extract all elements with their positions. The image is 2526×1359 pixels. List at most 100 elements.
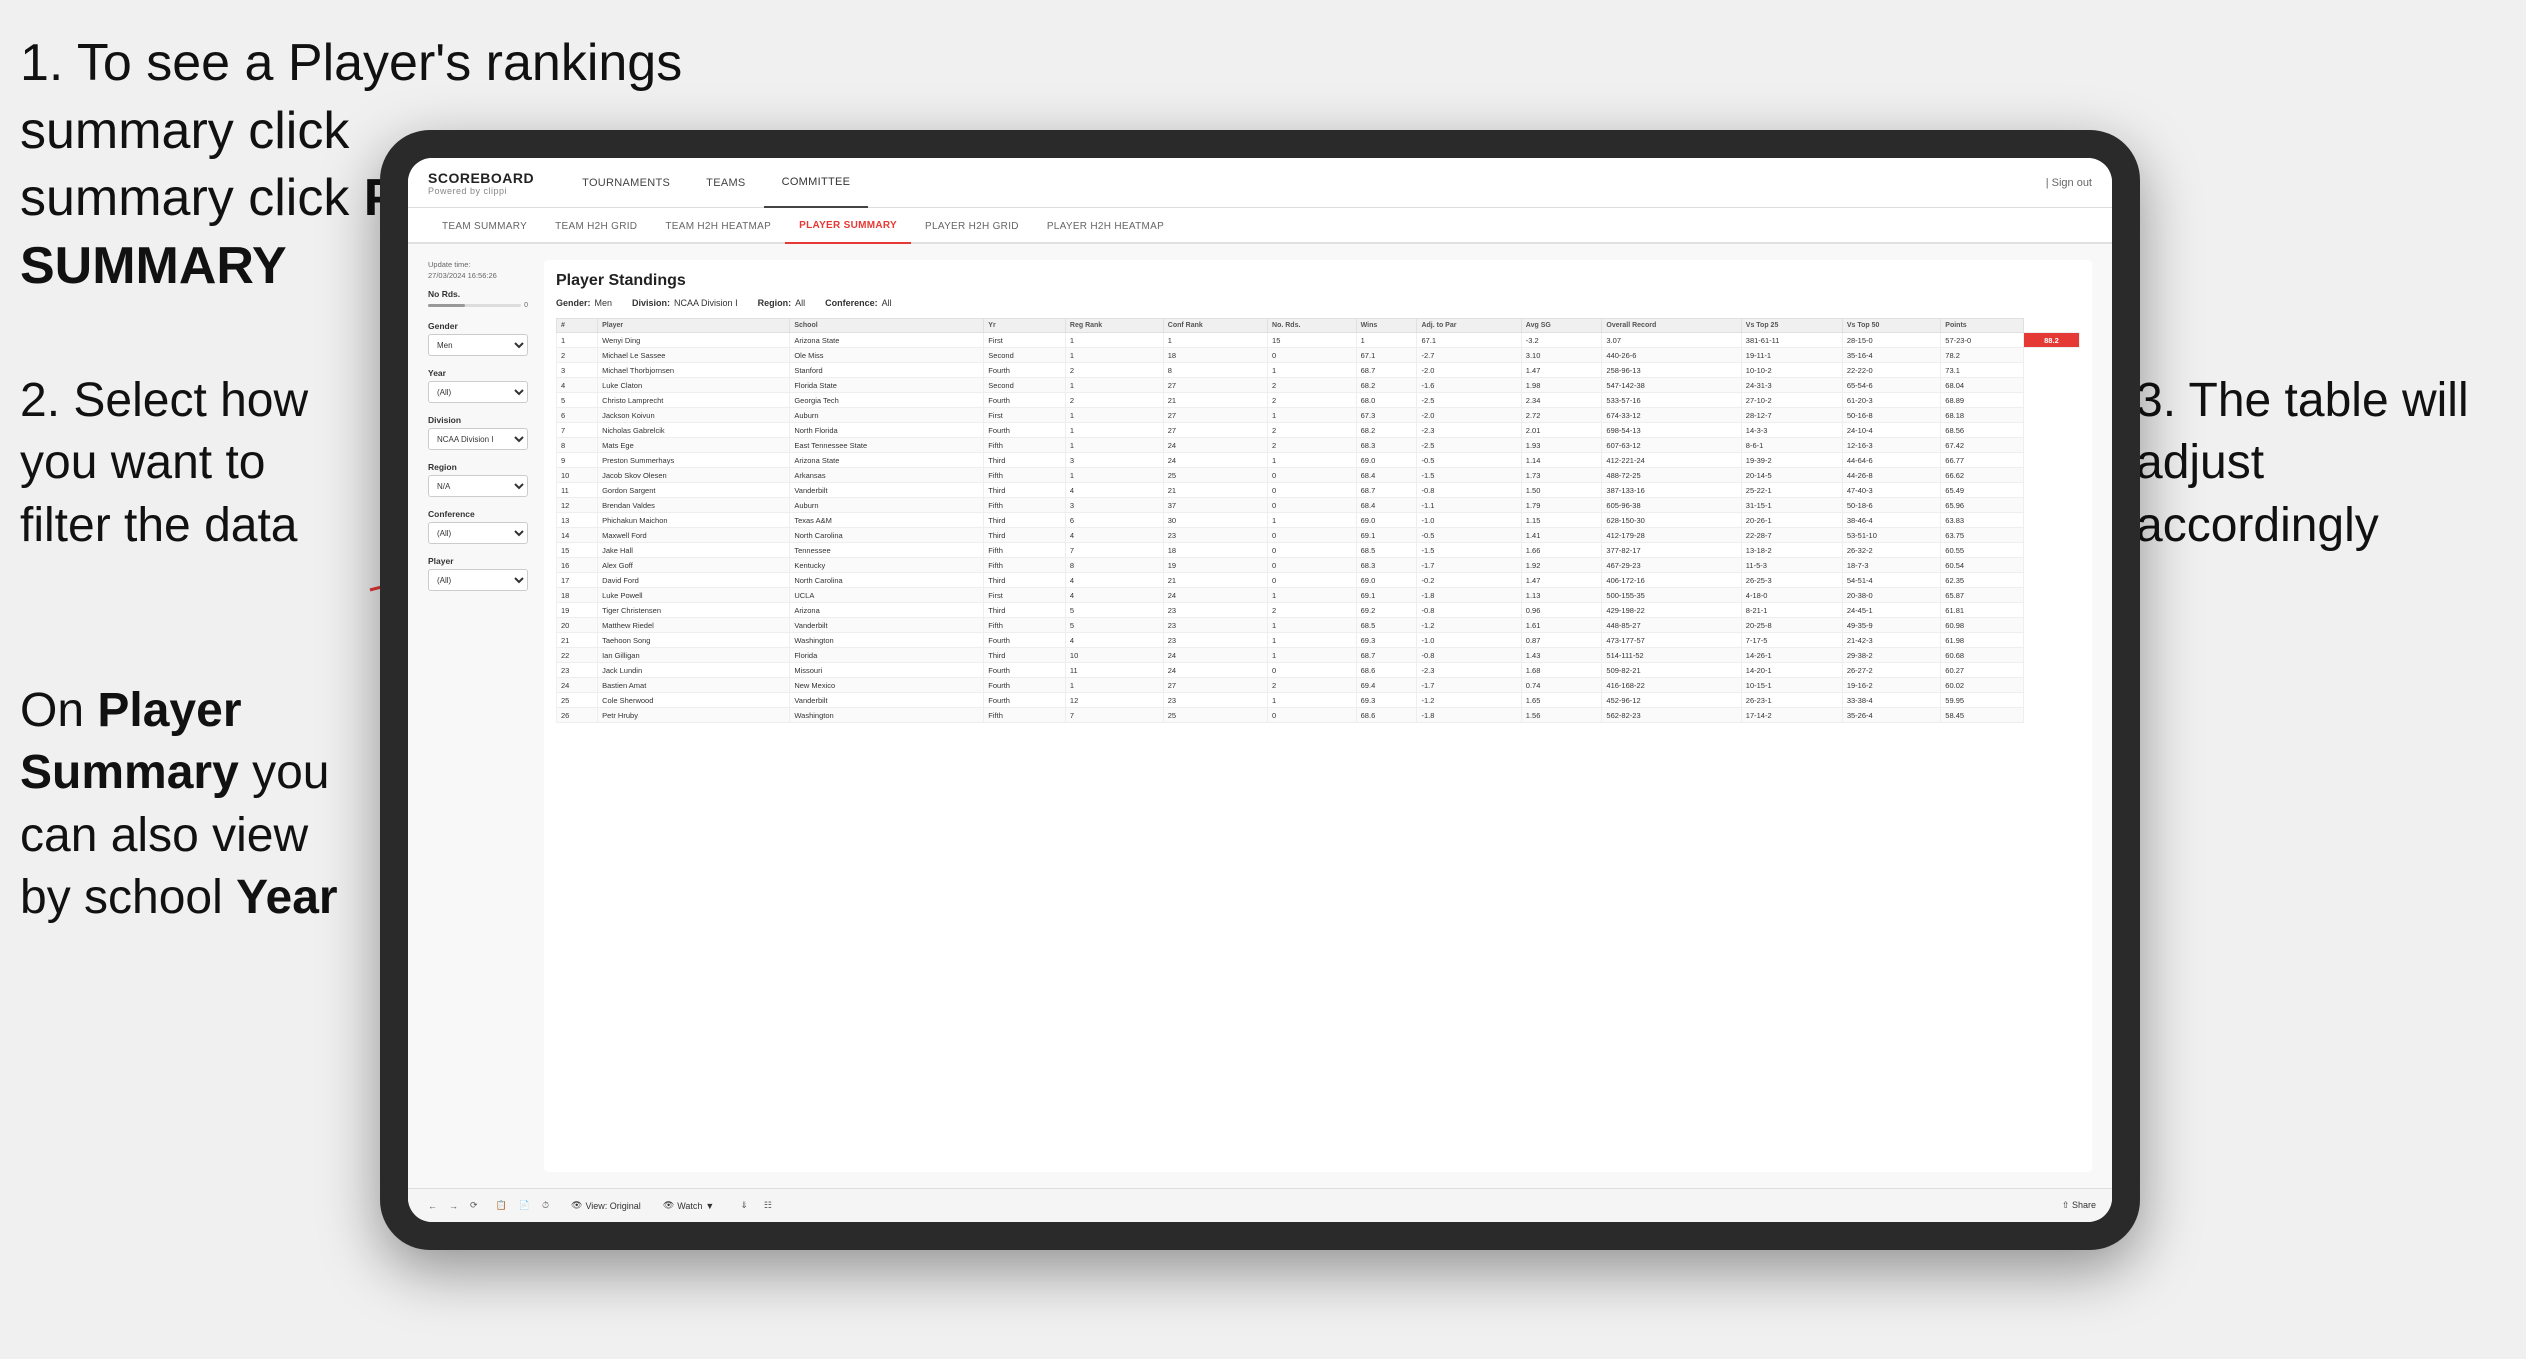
table-row: 10Jacob Skov OlesenArkansasFifth125068.4…	[557, 468, 2080, 483]
conference-select[interactable]: (All)	[428, 522, 528, 544]
player-select[interactable]: (All)	[428, 569, 528, 591]
table-cell: 15	[1268, 333, 1357, 348]
toolbar-clock-btn[interactable]: ⏱	[538, 1198, 553, 1213]
table-cell: 0	[1268, 348, 1357, 363]
table-row: 6Jackson KoivunAuburnFirst127167.3-2.02.…	[557, 408, 2080, 423]
table-cell: 2	[1065, 363, 1163, 378]
table-row: 14Maxwell FordNorth CarolinaThird423069.…	[557, 528, 2080, 543]
no-rds-value: 0	[524, 302, 528, 309]
toolbar-watch[interactable]: 👁 Watch ▼	[663, 1200, 715, 1211]
toolbar-share[interactable]: ⇧ Share	[2062, 1200, 2096, 1211]
table-cell: Fourth	[984, 393, 1066, 408]
instruction-step3-text: 3. The table will adjust accordingly	[2136, 374, 2469, 552]
table-cell: 21	[1163, 573, 1267, 588]
table-row: 22Ian GilliganFloridaThird1024168.7-0.81…	[557, 648, 2080, 663]
toolbar-forward-btn[interactable]: →	[445, 1199, 462, 1213]
table-cell: Third	[984, 573, 1066, 588]
table-cell: 412-221-24	[1602, 453, 1741, 468]
table-cell: 10-15-1	[1741, 678, 1842, 693]
subnav-player-h2h-heatmap[interactable]: PLAYER H2H HEATMAP	[1033, 208, 1178, 244]
subnav-team-h2h-heatmap[interactable]: TEAM H2H HEATMAP	[651, 208, 785, 244]
table-cell: 406-172-16	[1602, 573, 1741, 588]
toolbar-reload-btn[interactable]: ⟳	[466, 1198, 482, 1213]
table-cell: 28-15-0	[1842, 333, 1940, 348]
tablet-screen: SCOREBOARD Powered by clippi TOURNAMENTS…	[408, 158, 2112, 1222]
table-cell: 65.49	[1941, 483, 2024, 498]
table-cell: 4-18-0	[1741, 588, 1842, 603]
table-cell: 69.0	[1356, 573, 1417, 588]
table-cell: Washington	[790, 708, 984, 723]
gender-select[interactable]: Men	[428, 334, 528, 356]
table-cell: Stanford	[790, 363, 984, 378]
toolbar-copy-btn[interactable]: 📋	[492, 1198, 511, 1213]
table-cell: -3.2	[1521, 333, 1602, 348]
year-select[interactable]: (All)	[428, 381, 528, 403]
subnav-team-summary[interactable]: TEAM SUMMARY	[428, 208, 541, 244]
col-player: Player	[598, 319, 790, 333]
nav-teams[interactable]: TEAMS	[688, 158, 763, 208]
nav-committee[interactable]: COMMITTEE	[764, 158, 869, 208]
table-cell: -1.0	[1417, 633, 1521, 648]
table-cell: 27	[1163, 678, 1267, 693]
table-cell: North Carolina	[790, 573, 984, 588]
table-cell: 29-38-2	[1842, 648, 1940, 663]
table-cell: 31-15-1	[1741, 498, 1842, 513]
tablet-device: SCOREBOARD Powered by clippi TOURNAMENTS…	[380, 130, 2140, 1250]
table-cell: Jackson Koivun	[598, 408, 790, 423]
nav-tournaments[interactable]: TOURNAMENTS	[564, 158, 688, 208]
subnav-player-h2h-grid[interactable]: PLAYER H2H GRID	[911, 208, 1033, 244]
table-cell: 13-18-2	[1741, 543, 1842, 558]
table-cell: 78.2	[1941, 348, 2024, 363]
table-cell: Wenyi Ding	[598, 333, 790, 348]
filter-conference: Conference (All)	[428, 509, 528, 544]
table-cell: 18-7-3	[1842, 558, 1940, 573]
toolbar-paste-btn[interactable]: 📄	[515, 1198, 534, 1213]
table-cell: 68.3	[1356, 438, 1417, 453]
table-cell: Auburn	[790, 408, 984, 423]
subnav-team-h2h-grid[interactable]: TEAM H2H GRID	[541, 208, 651, 244]
table-cell: 60.55	[1941, 543, 2024, 558]
col-no-rds: No. Rds.	[1268, 319, 1357, 333]
subnav-player-summary[interactable]: PLAYER SUMMARY	[785, 208, 911, 244]
table-filter-conference: Conference: All	[825, 298, 892, 308]
division-select[interactable]: NCAA Division I	[428, 428, 528, 450]
toolbar-download-btn[interactable]: ⇓	[736, 1198, 752, 1213]
table-cell: 68.7	[1356, 363, 1417, 378]
table-cell: Jacob Skov Olesen	[598, 468, 790, 483]
table-cell: 24-31-3	[1741, 378, 1842, 393]
year-label: Year	[428, 368, 528, 378]
bottom-toolbar: ← → ⟳ 📋 📄 ⏱ 👁 View: Original 👁 Watch ▼ ⇓…	[408, 1188, 2112, 1222]
table-cell: 0.96	[1521, 603, 1602, 618]
table-cell: 25-22-1	[1741, 483, 1842, 498]
table-region-value: All	[795, 298, 805, 308]
table-cell: 24-10-4	[1842, 423, 1940, 438]
sign-out[interactable]: | Sign out	[2046, 177, 2092, 189]
table-cell: 68.0	[1356, 393, 1417, 408]
toolbar-view-original[interactable]: 👁 View: Original	[571, 1200, 641, 1211]
player-label: Player	[428, 556, 528, 566]
toolbar-grid-btn[interactable]: ☷	[760, 1198, 776, 1213]
table-cell: 2	[1268, 678, 1357, 693]
table-cell: 8-21-1	[1741, 603, 1842, 618]
table-cell: 2	[1268, 438, 1357, 453]
table-cell: 1	[1065, 333, 1163, 348]
table-cell: UCLA	[790, 588, 984, 603]
no-rds-slider[interactable]	[428, 304, 521, 307]
table-cell: 20-26-1	[1741, 513, 1842, 528]
table-cell: 674-33-12	[1602, 408, 1741, 423]
toolbar-back-btn[interactable]: ←	[424, 1199, 441, 1213]
table-cell: 17-14-2	[1741, 708, 1842, 723]
instruction-step2: 2. Select how you want to filter the dat…	[20, 370, 350, 557]
table-row: 8Mats EgeEast Tennessee StateFifth124268…	[557, 438, 2080, 453]
table-cell: 68.4	[1356, 498, 1417, 513]
table-cell: 27	[1163, 408, 1267, 423]
table-cell: Missouri	[790, 663, 984, 678]
table-cell: 4	[1065, 633, 1163, 648]
table-cell: 1	[1268, 693, 1357, 708]
table-row: 9Preston SummerhaysArizona StateThird324…	[557, 453, 2080, 468]
instruction-step3: 3. The table will adjust accordingly	[2136, 370, 2496, 557]
col-reg-rank: Reg Rank	[1065, 319, 1163, 333]
table-cell: 27-10-2	[1741, 393, 1842, 408]
region-select[interactable]: N/A	[428, 475, 528, 497]
table-title: Player Standings	[556, 272, 2080, 290]
